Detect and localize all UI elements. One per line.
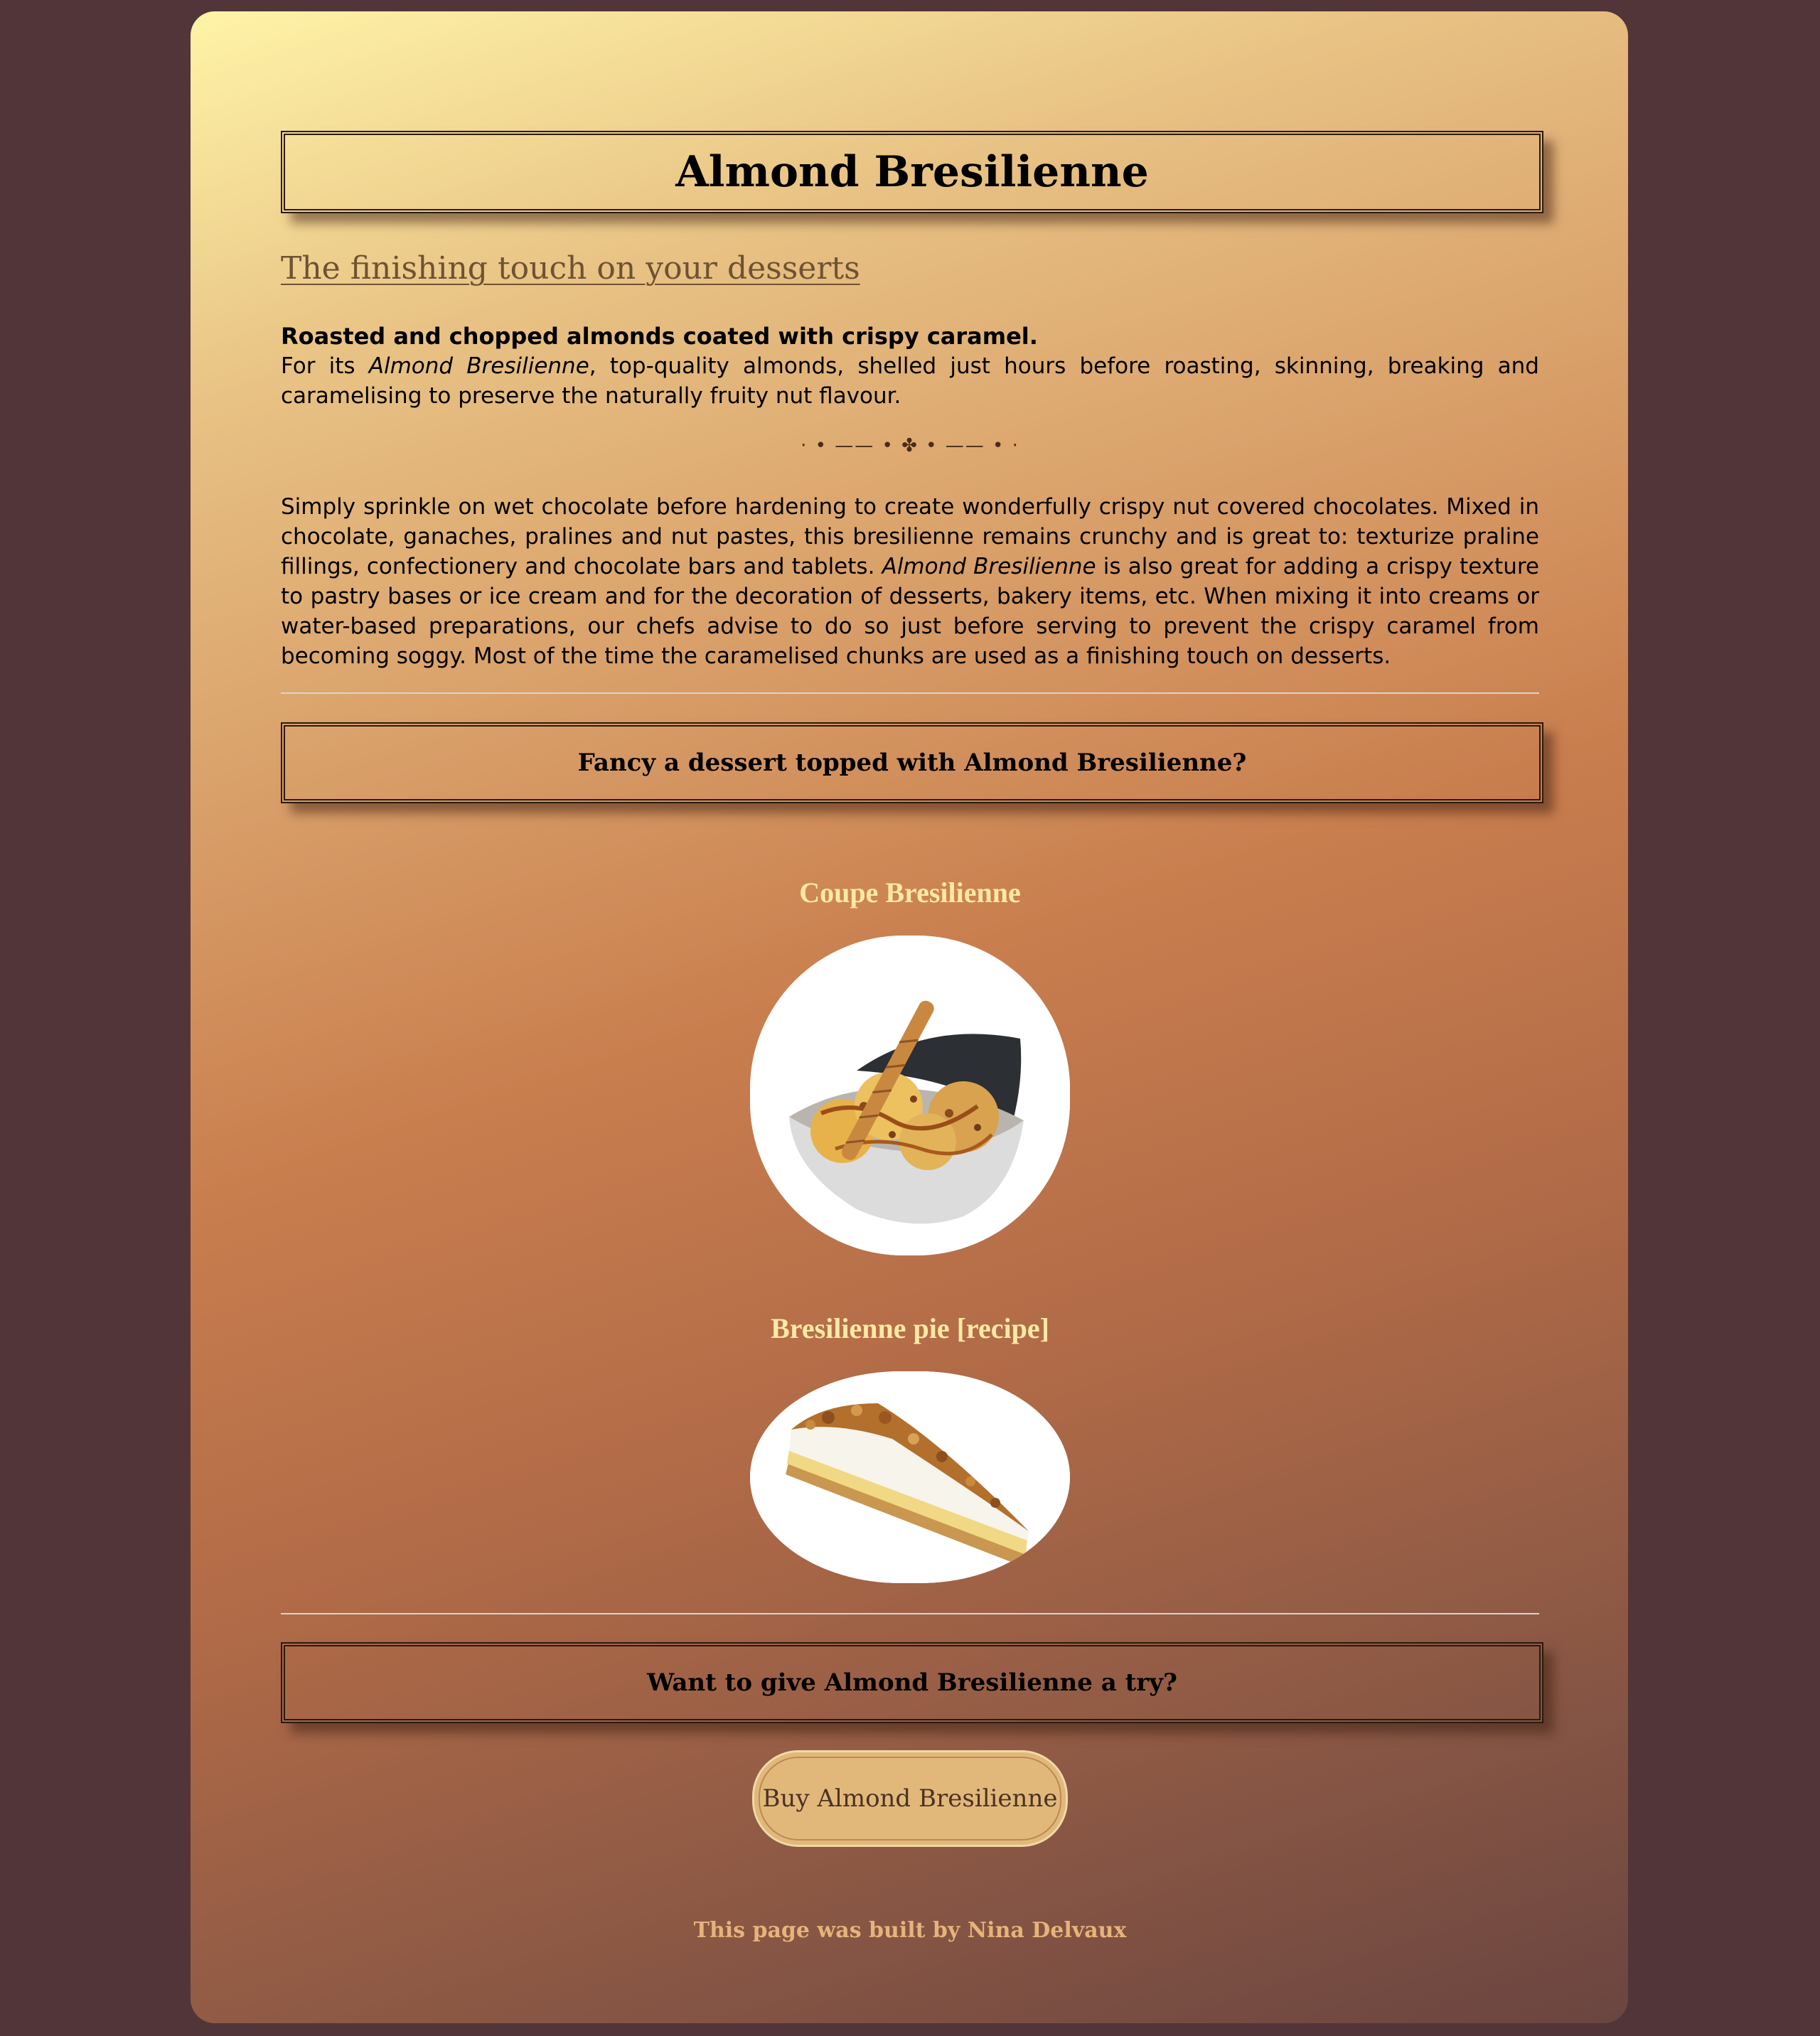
cta-heading-box: Want to give Almond Bresilienne a try? [281, 1642, 1543, 1723]
coupe-bresilienne-photo [750, 936, 1070, 1255]
buy-button[interactable]: Buy Almond Bresilienne [752, 1750, 1068, 1847]
horizontal-rule [281, 692, 1539, 694]
footer-credit: This page was built by Nina Delvaux [693, 1918, 1127, 1943]
page-title-box: Almond Bresilienne [281, 131, 1543, 213]
desserts-heading-box: Fancy a dessert topped with Almond Bresi… [281, 722, 1543, 803]
ice-cream-bowl-illustration [750, 936, 1070, 1255]
intro-text-start: For its [281, 353, 369, 379]
intro-product-name: Almond Bresilienne [368, 353, 589, 379]
intro-paragraph: Roasted and chopped almonds coated with … [281, 321, 1539, 411]
cta-heading: Want to give Almond Bresilienne a try? [647, 1668, 1177, 1697]
dessert-title-pie[interactable]: Bresilienne pie [recipe] [281, 1312, 1539, 1345]
desserts-heading: Fancy a dessert topped with Almond Bresi… [577, 749, 1247, 777]
bresilienne-pie-photo [750, 1371, 1070, 1583]
description-paragraph: Simply sprinkle on wet chocolate before … [281, 492, 1539, 671]
dessert-title-coupe: Coupe Bresilienne [799, 877, 1021, 909]
main-card: Almond Bresilienne The finishing touch o… [191, 11, 1628, 2023]
horizontal-rule [281, 1613, 1539, 1614]
page-title: Almond Bresilienne [675, 147, 1149, 197]
ornament-divider: · • —— • ✤ • —— • · [801, 435, 1019, 456]
subtitle-link[interactable]: The finishing touch on your desserts [281, 250, 860, 286]
description-product-name: Almond Bresilienne [882, 554, 1096, 579]
intro-lead: Roasted and chopped almonds coated with … [281, 323, 1038, 350]
pie-slice-illustration [750, 1371, 1070, 1583]
